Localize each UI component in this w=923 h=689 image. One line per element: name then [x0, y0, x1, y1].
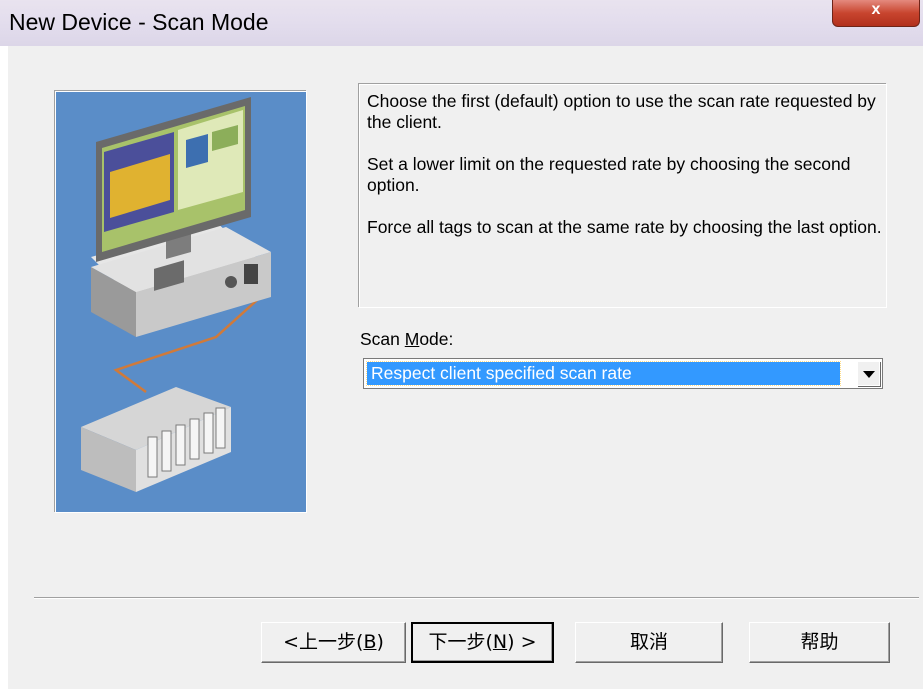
instruction-text-box: Choose the first (default) option to use… — [359, 84, 887, 308]
scan-mode-dropdown[interactable]: Respect client specified scan rate — [363, 358, 883, 389]
chevron-down-icon[interactable] — [857, 361, 880, 386]
wizard-illustration — [55, 91, 307, 513]
separator — [34, 597, 919, 599]
close-icon: x — [871, 1, 881, 18]
help-button[interactable]: 帮助 — [749, 622, 890, 663]
back-button[interactable]: <上一步(B) — [261, 622, 406, 663]
cancel-button[interactable]: 取消 — [575, 622, 723, 663]
window-title: New Device - Scan Mode — [9, 9, 269, 35]
scan-mode-selected-value: Respect client specified scan rate — [366, 361, 841, 386]
dialog-body: Choose the first (default) option to use… — [8, 46, 923, 689]
instruction-paragraph: Set a lower limit on the requested rate … — [367, 154, 851, 195]
instruction-paragraph: Force all tags to scan at the same rate … — [367, 217, 882, 237]
instruction-paragraph: Choose the first (default) option to use… — [367, 91, 876, 132]
scan-mode-label: Scan Mode: — [360, 329, 454, 349]
close-button[interactable]: x — [832, 0, 920, 27]
title-bar: New Device - Scan Mode x — [0, 0, 923, 46]
computer-plc-connection-illustration — [56, 92, 306, 512]
next-button[interactable]: 下一步(N) > — [411, 622, 554, 663]
